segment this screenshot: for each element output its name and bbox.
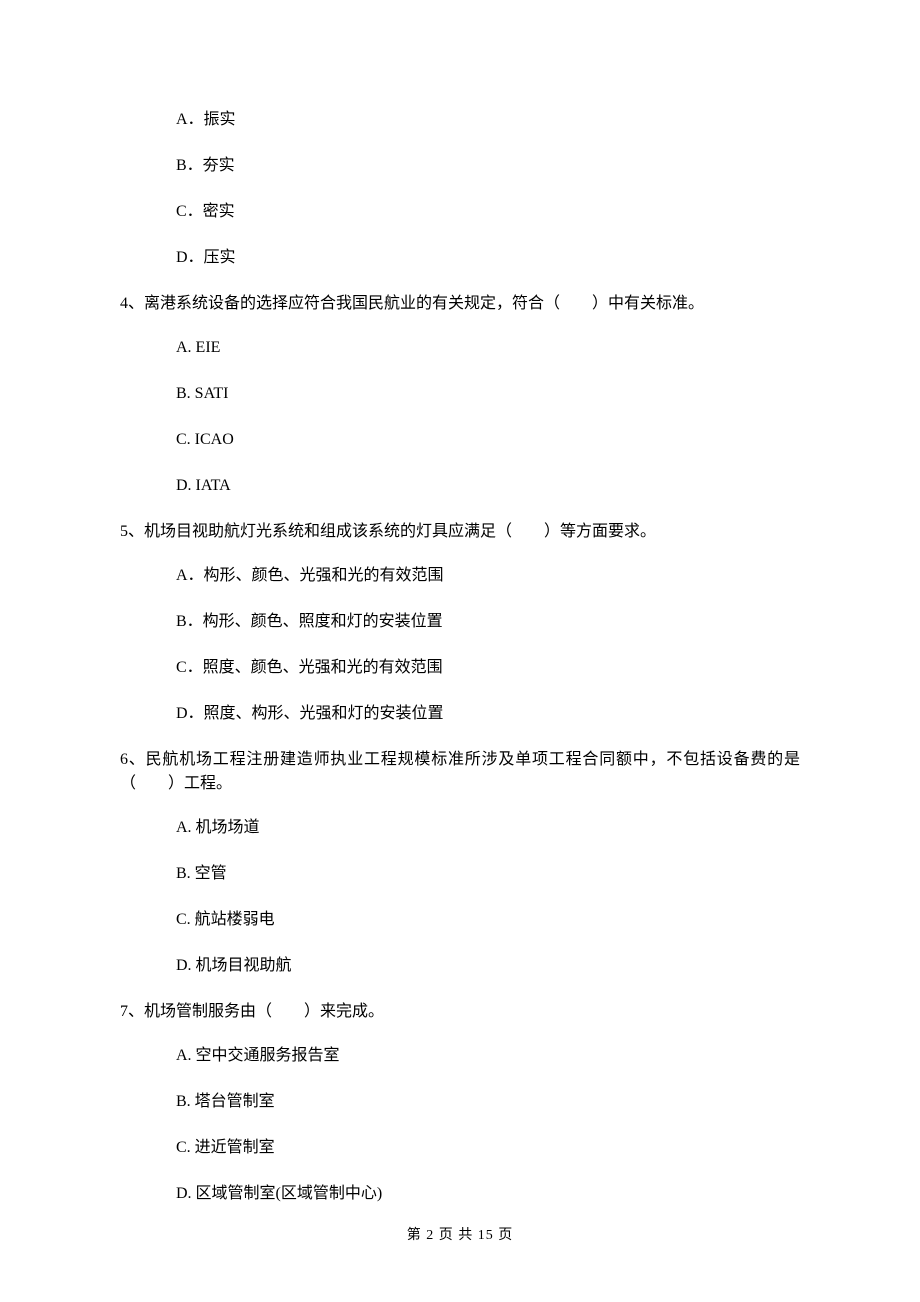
option-item: D. 机场目视助航	[176, 954, 800, 978]
option-item: D．压实	[176, 246, 800, 270]
option-list: A. 机场场道 B. 空管 C. 航站楼弱电 D. 机场目视助航	[120, 816, 800, 978]
option-item: C. 航站楼弱电	[176, 908, 800, 932]
option-item: D. 区域管制室(区域管制中心)	[176, 1182, 800, 1206]
option-item: B．夯实	[176, 154, 800, 178]
option-item: A. 机场场道	[176, 816, 800, 840]
question-stem: 7、机场管制服务由（ ）来完成。	[120, 1000, 800, 1024]
option-list: A. EIE B. SATI C. ICAO D. IATA	[120, 336, 800, 498]
page-footer: 第 2 页 共 15 页	[0, 1225, 920, 1246]
question-stem: 6、民航机场工程注册建造师执业工程规模标准所涉及单项工程合同额中，不包括设备费的…	[120, 748, 800, 796]
option-list: A. 空中交通服务报告室 B. 塔台管制室 C. 进近管制室 D. 区域管制室(…	[120, 1044, 800, 1206]
option-item: A．振实	[176, 108, 800, 132]
question-block: 4、离港系统设备的选择应符合我国民航业的有关规定，符合（ ）中有关标准。 A. …	[120, 292, 800, 498]
option-item: D. IATA	[176, 474, 800, 498]
option-item: C．密实	[176, 200, 800, 224]
option-item: C. 进近管制室	[176, 1136, 800, 1160]
document-page: A．振实 B．夯实 C．密实 D．压实 4、离港系统设备的选择应符合我国民航业的…	[0, 0, 920, 1302]
option-item: C. ICAO	[176, 428, 800, 452]
question-block: A．振实 B．夯实 C．密实 D．压实	[120, 108, 800, 270]
question-stem: 5、机场目视助航灯光系统和组成该系统的灯具应满足（ ）等方面要求。	[120, 520, 800, 544]
option-list: A．振实 B．夯实 C．密实 D．压实	[120, 108, 800, 270]
question-stem: 4、离港系统设备的选择应符合我国民航业的有关规定，符合（ ）中有关标准。	[120, 292, 800, 316]
option-item: B．构形、颜色、照度和灯的安装位置	[176, 610, 800, 634]
option-item: D．照度、构形、光强和灯的安装位置	[176, 702, 800, 726]
question-block: 5、机场目视助航灯光系统和组成该系统的灯具应满足（ ）等方面要求。 A．构形、颜…	[120, 520, 800, 726]
option-item: A. 空中交通服务报告室	[176, 1044, 800, 1068]
question-block: 6、民航机场工程注册建造师执业工程规模标准所涉及单项工程合同额中，不包括设备费的…	[120, 748, 800, 978]
option-item: B. SATI	[176, 382, 800, 406]
question-block: 7、机场管制服务由（ ）来完成。 A. 空中交通服务报告室 B. 塔台管制室 C…	[120, 1000, 800, 1206]
option-item: B. 塔台管制室	[176, 1090, 800, 1114]
option-list: A．构形、颜色、光强和光的有效范围 B．构形、颜色、照度和灯的安装位置 C．照度…	[120, 564, 800, 726]
option-item: C．照度、颜色、光强和光的有效范围	[176, 656, 800, 680]
option-item: A. EIE	[176, 336, 800, 360]
option-item: B. 空管	[176, 862, 800, 886]
option-item: A．构形、颜色、光强和光的有效范围	[176, 564, 800, 588]
